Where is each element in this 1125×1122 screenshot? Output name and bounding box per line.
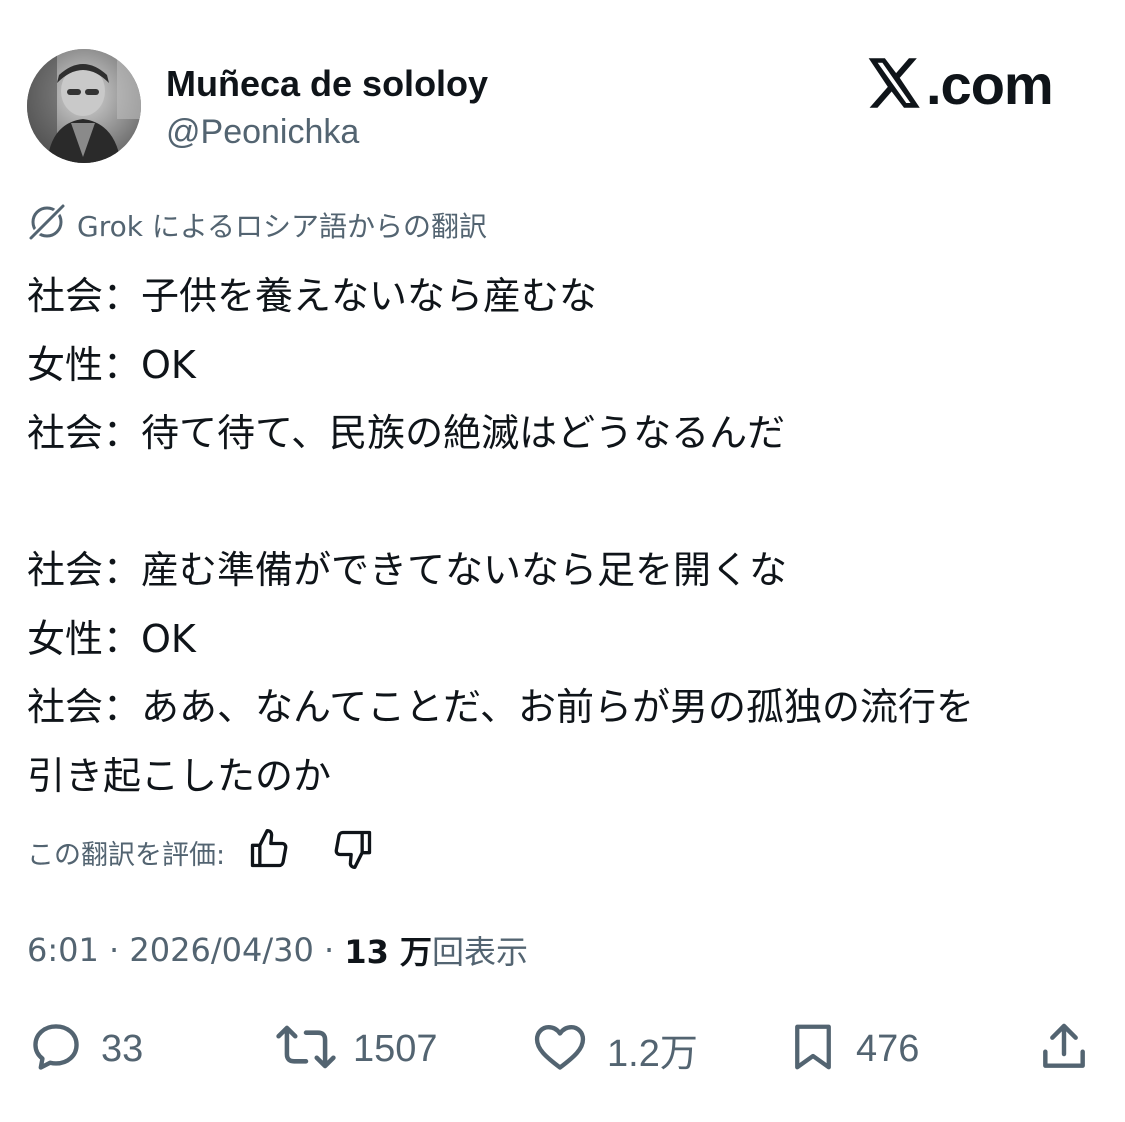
repost-count: 1507 xyxy=(353,1027,438,1070)
tweet-line: 社会：待て待て、民族の絶滅はどうなるんだ xyxy=(27,411,786,455)
x-logo: .com xyxy=(868,53,1054,116)
tweet-line: 女性：OK xyxy=(27,342,196,387)
rating-label: この翻訳を評価: xyxy=(27,839,226,871)
like-count: 1.2万 xyxy=(607,1032,698,1075)
tweet-meta: 6:01 · 2026/04/30 · 13 万 回表示 xyxy=(27,925,528,975)
tweet-line: 引き起こしたのか xyxy=(27,753,332,798)
thumbs-up-icon xyxy=(247,827,291,878)
share-icon xyxy=(1036,1018,1092,1080)
bookmark-icon xyxy=(786,1018,840,1080)
like-button[interactable]: 1.2万 xyxy=(529,1014,698,1084)
thumbs-up-button[interactable] xyxy=(245,828,293,876)
x-logo-icon xyxy=(868,58,922,112)
reply-icon xyxy=(27,1018,85,1080)
separator: · xyxy=(98,931,130,969)
tweet-time[interactable]: 6:01 xyxy=(27,931,99,969)
display-name[interactable]: Muñeca de sololoy xyxy=(166,62,488,106)
thumbs-down-icon xyxy=(331,827,375,878)
x-logo-domain: .com xyxy=(926,53,1054,116)
thumbs-down-button[interactable] xyxy=(329,828,377,876)
translation-note: Grok によるロシア語からの翻訳 xyxy=(27,204,488,245)
share-button[interactable] xyxy=(1036,1014,1092,1084)
views-count: 13 万 xyxy=(344,933,433,971)
separator: · xyxy=(313,931,345,969)
tweet-line: 社会：ああ、なんてことだ、お前らが男の孤独の流行を xyxy=(27,685,974,729)
bookmark-count: 476 xyxy=(856,1027,920,1070)
avatar[interactable] xyxy=(27,49,141,163)
tweet-line: 女性：OK xyxy=(27,616,196,661)
action-bar: 33 1507 1.2万 476 xyxy=(0,1014,1125,1084)
tweet-line: 社会：産む準備ができてないなら足を開くな xyxy=(27,548,788,592)
reply-count: 33 xyxy=(101,1027,144,1070)
bookmark-button[interactable]: 476 xyxy=(786,1014,919,1084)
translation-rating: この翻訳を評価: xyxy=(27,826,377,878)
tweet-date[interactable]: 2026/04/30 xyxy=(129,931,313,969)
translation-note-text: Grok によるロシア語からの翻訳 xyxy=(77,210,488,243)
tweet-line: 社会：子供を養えないなら産むな xyxy=(27,274,598,318)
heart-icon xyxy=(529,1018,591,1080)
tweet-text: 社会：子供を養えないなら産むな 女性：OK 社会：待て待て、民族の絶滅はどうなる… xyxy=(27,262,1102,810)
handle[interactable]: @Peonichka xyxy=(166,111,359,153)
grok-icon xyxy=(27,202,67,249)
repost-button[interactable]: 1507 xyxy=(275,1014,438,1084)
repost-icon xyxy=(275,1018,337,1080)
views-label: 回表示 xyxy=(432,933,529,971)
reply-button[interactable]: 33 xyxy=(27,1014,143,1084)
